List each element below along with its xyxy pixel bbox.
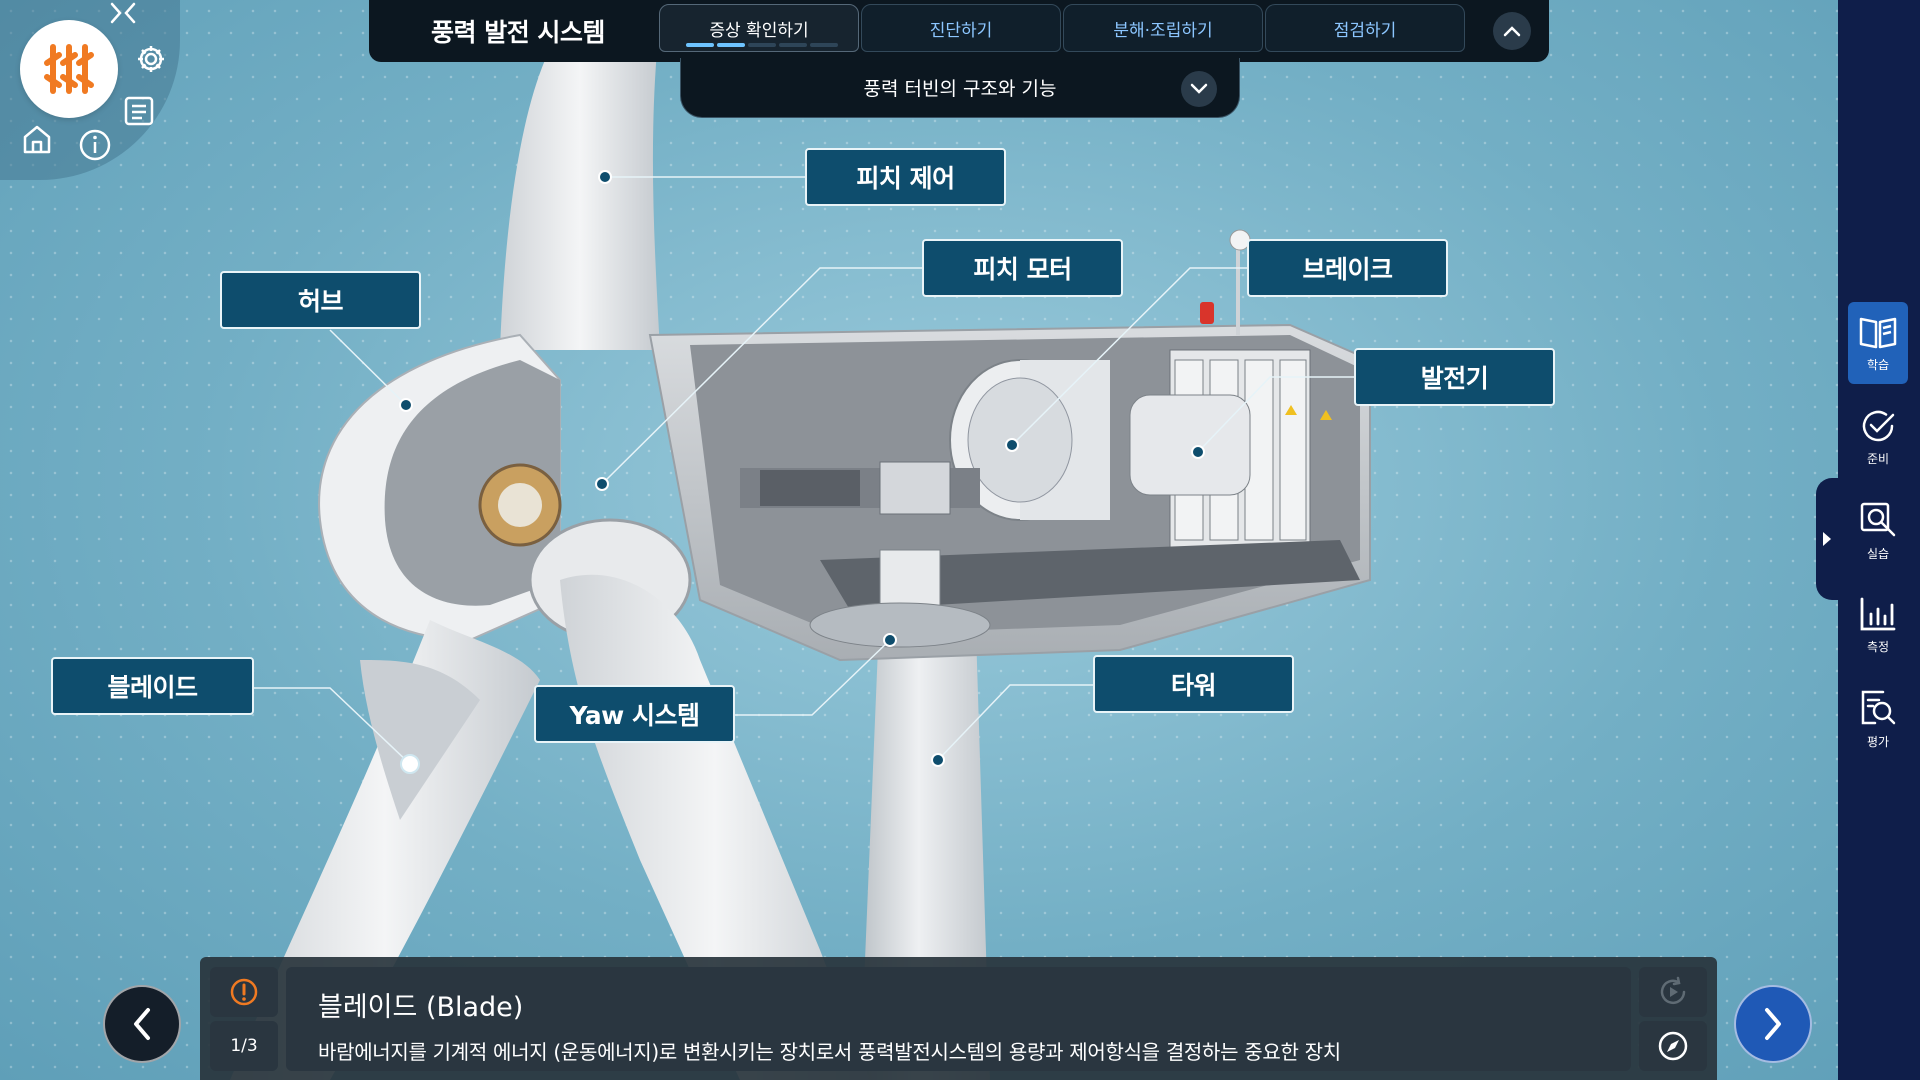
tab-disassemble-assemble[interactable]: 분해·조립하기 [1063, 4, 1263, 52]
callout-blade[interactable]: 블레이드 [51, 657, 254, 715]
sidebar-item-measure[interactable]: 측정 [1848, 584, 1908, 666]
replay-button[interactable] [1639, 967, 1707, 1017]
sidebar-item-learn[interactable]: 학습 [1848, 302, 1908, 384]
tab-label: 분해·조립하기 [1113, 20, 1213, 41]
step-tabs: 증상 확인하기 진단하기 분해·조립하기 점검하기 [659, 4, 1467, 56]
alert-icon [230, 978, 258, 1006]
description-text: 바람에너지를 기계적 에너지 (운동에너지)로 변환시키는 장치로서 풍력발전시… [318, 1040, 1341, 1064]
sidebar-item-label: 학습 [1866, 357, 1890, 372]
top-navigation-bar: 풍력 발전 시스템 증상 확인하기 진단하기 분해·조립하기 점검하기 [369, 0, 1549, 62]
sidebar-item-label: 실습 [1866, 546, 1890, 561]
next-button[interactable] [1734, 985, 1812, 1063]
chevron-right-icon [1765, 1008, 1781, 1040]
chapter-selector[interactable]: 풍력 터빈의 구조와 기능 [680, 58, 1240, 118]
sidebar-item-evaluate[interactable]: 평가 [1848, 678, 1908, 760]
page-indicator: 1/3 [210, 1021, 278, 1071]
description-title: 블레이드 (Blade) [318, 992, 524, 1023]
tab-label: 진단하기 [929, 20, 993, 41]
callout-hub[interactable]: 허브 [220, 271, 421, 329]
tab-diagnose[interactable]: 진단하기 [861, 4, 1061, 52]
chapter-dropdown-button[interactable] [1181, 71, 1217, 107]
tab-label: 증상 확인하기 [709, 20, 809, 41]
close-icon[interactable] [106, 0, 140, 34]
info-right-column [1639, 967, 1707, 1071]
app-logo[interactable] [20, 20, 118, 118]
chapter-title: 풍력 터빈의 구조와 기능 [863, 78, 1057, 100]
sidebar-item-practice[interactable]: 실습 [1848, 490, 1908, 572]
magnify-tool-icon [1860, 502, 1896, 536]
callout-tower[interactable]: 타워 [1093, 655, 1294, 713]
tab-inspect[interactable]: 점검하기 [1265, 4, 1465, 52]
chevron-down-icon [1190, 83, 1208, 94]
tab-symptom-check[interactable]: 증상 확인하기 [659, 4, 859, 52]
info-icon[interactable] [78, 128, 112, 162]
callout-generator[interactable]: 발전기 [1354, 348, 1555, 406]
collapse-button[interactable] [1493, 12, 1531, 50]
home-icon[interactable] [20, 122, 54, 156]
sidebar-item-prepare[interactable]: 준비 [1848, 396, 1908, 478]
sidebar-item-label: 측정 [1866, 639, 1890, 654]
app-title: 풍력 발전 시스템 [431, 18, 605, 47]
sidebar-item-label: 준비 [1866, 451, 1890, 466]
chevron-left-icon [134, 1008, 150, 1040]
tab-label: 점검하기 [1333, 20, 1397, 41]
logo-mark-icon [44, 44, 94, 94]
gear-icon[interactable] [134, 42, 168, 76]
sidebar-toggle[interactable] [1816, 478, 1838, 600]
description-panel: 1/3 블레이드 (Blade) 바람에너지를 기계적 에너지 (운동에너지)로… [200, 957, 1717, 1080]
callout-yaw-system[interactable]: Yaw 시스템 [534, 685, 735, 743]
description-content: 블레이드 (Blade) 바람에너지를 기계적 에너지 (운동에너지)로 변환시… [286, 967, 1631, 1071]
replay-icon [1660, 976, 1686, 1005]
list-icon[interactable] [122, 94, 156, 128]
right-sidebar: 학습 준비 실습 측정 평가 [1838, 0, 1920, 1080]
report-search-icon [1861, 690, 1896, 724]
caret-right-icon [1823, 532, 1831, 546]
sidebar-item-label: 평가 [1866, 734, 1890, 749]
previous-button[interactable] [103, 985, 181, 1063]
navigate-button[interactable] [1639, 1021, 1707, 1071]
bar-chart-icon [1860, 597, 1896, 630]
info-left-column: 1/3 [210, 967, 278, 1071]
scene-stage: 피치 제어 피치 모터 브레이크 허브 발전기 블레이드 Yaw 시스템 타워 [0, 0, 1838, 1080]
chevron-up-icon [1503, 26, 1521, 37]
tab-progress-bar [686, 43, 838, 47]
callout-brake[interactable]: 브레이크 [1247, 239, 1448, 297]
compass-icon [1658, 1031, 1688, 1061]
alert-button[interactable] [210, 967, 278, 1017]
callout-pitch-control[interactable]: 피치 제어 [805, 148, 1006, 206]
callout-pitch-motor[interactable]: 피치 모터 [922, 239, 1123, 297]
book-icon [1859, 317, 1897, 348]
check-circle-icon [1862, 410, 1895, 441]
